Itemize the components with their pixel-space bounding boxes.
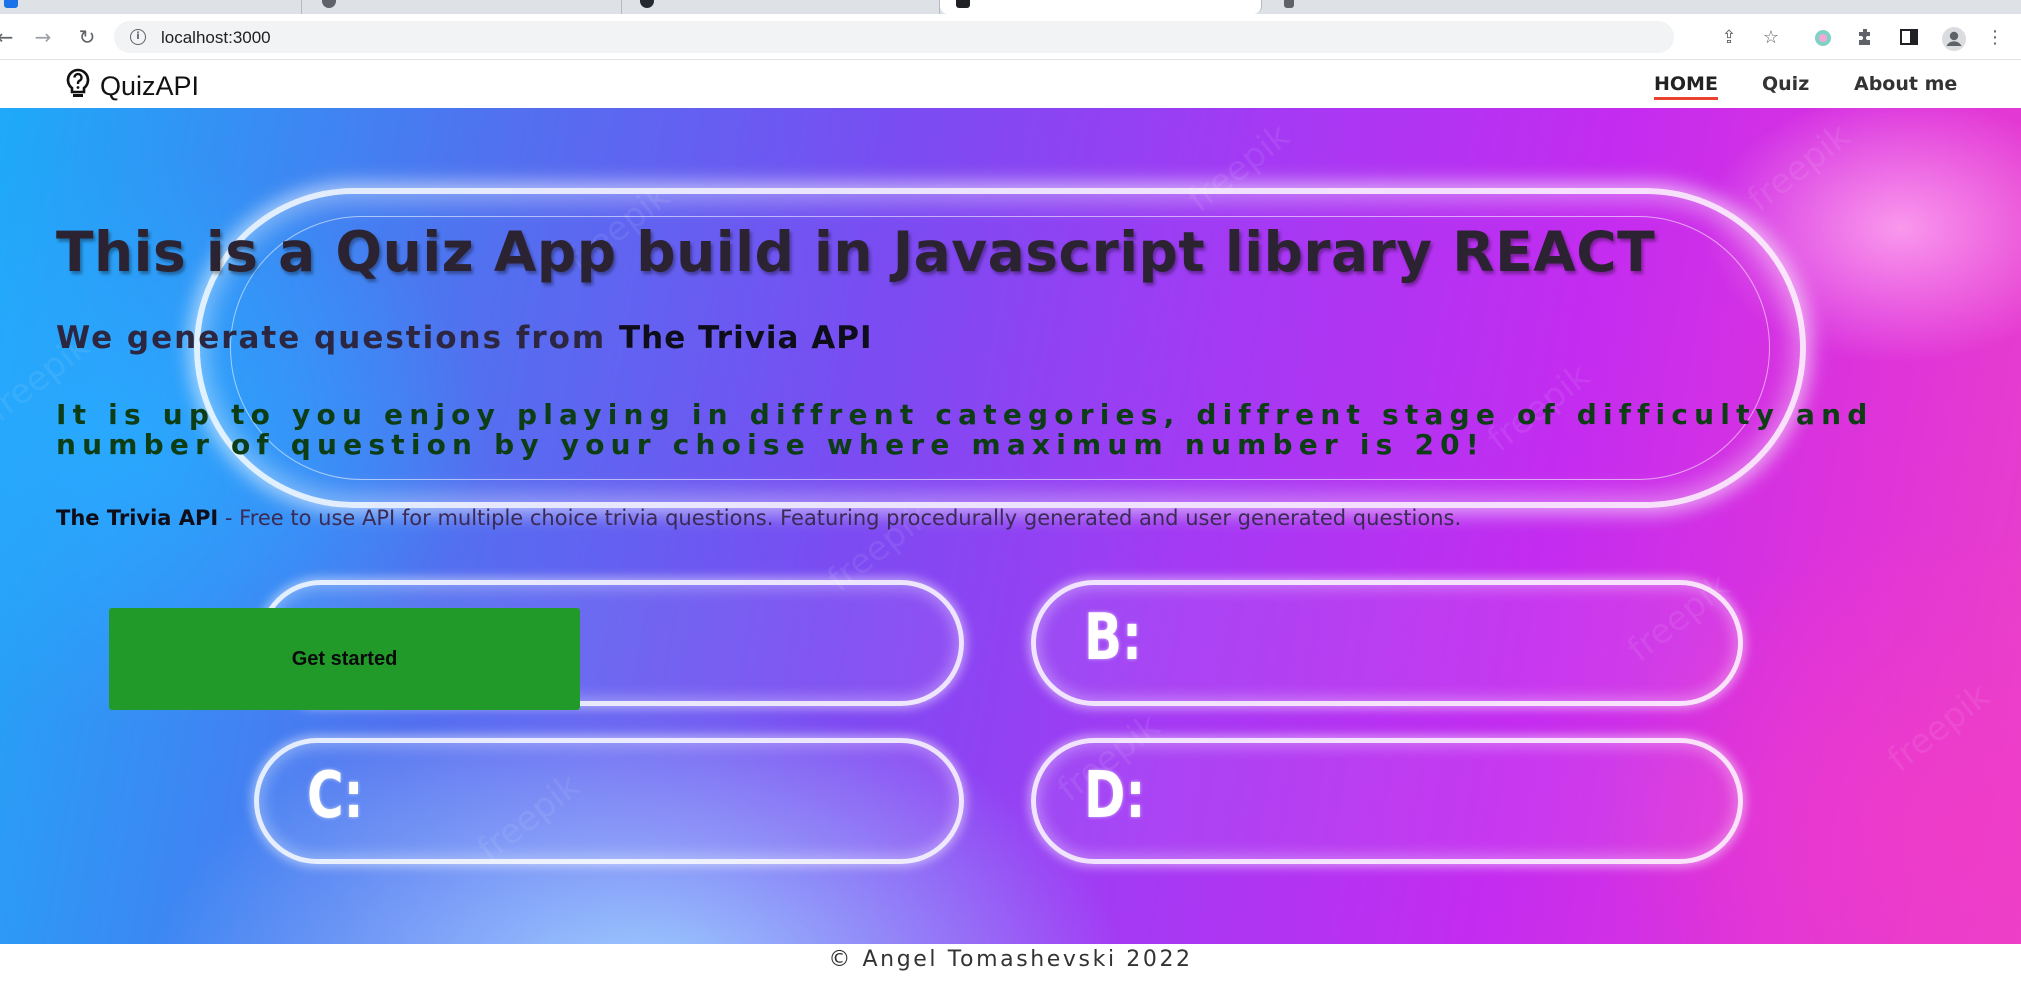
extensions-puzzle-icon[interactable] xyxy=(1855,27,1877,49)
app-navbar: QuizAPI HOME Quiz About me xyxy=(0,60,2021,108)
footer: © Angel Tomashevski 2022 xyxy=(0,944,2021,981)
hero-description: It is up to you enjoy playing in diffren… xyxy=(56,398,1874,461)
answer-b-label: B: xyxy=(1084,601,1143,675)
api-info-text: - Free to use API for multiple choice tr… xyxy=(218,506,1462,530)
lightbulb-question-icon xyxy=(66,68,90,97)
tab-favicon-icon xyxy=(1284,0,1294,8)
address-bar-url[interactable]: localhost:3000 xyxy=(161,28,271,48)
browser-tab[interactable] xyxy=(622,0,940,14)
browser-tab[interactable] xyxy=(1262,0,1682,14)
profile-avatar-icon[interactable] xyxy=(1942,27,1966,51)
forward-icon[interactable]: → xyxy=(30,24,56,50)
watermark: freepik xyxy=(1740,115,1858,221)
browser-tab[interactable] xyxy=(302,0,622,14)
back-icon[interactable]: ← xyxy=(0,24,18,50)
hero-subtitle-source: The Trivia API xyxy=(619,320,873,356)
get-started-button[interactable]: Get started xyxy=(109,608,580,710)
extension-icon[interactable] xyxy=(1812,27,1834,49)
nav-link-quiz[interactable]: Quiz xyxy=(1762,73,1809,95)
browser-tab-active[interactable] xyxy=(940,0,1262,14)
tab-favicon-icon xyxy=(956,0,970,8)
tab-favicon-icon xyxy=(322,0,336,8)
nav-link-about-me[interactable]: About me xyxy=(1854,73,1957,95)
browser-toolbar: ← → ↻ i localhost:3000 ⇪ ☆ ⋮ xyxy=(0,14,2021,60)
hero-title: This is a Quiz App build in Javascript l… xyxy=(56,220,1656,284)
answer-c-graphic: C: xyxy=(254,738,964,864)
site-info-icon[interactable]: i xyxy=(130,29,146,45)
answer-b-graphic: B: xyxy=(1031,580,1743,706)
brand-name[interactable]: QuizAPI xyxy=(100,71,199,102)
tab-favicon-icon xyxy=(4,0,18,8)
bookmark-star-icon[interactable]: ☆ xyxy=(1760,27,1782,49)
answer-d-graphic: D: xyxy=(1031,738,1743,864)
footer-copyright: © Angel Tomashevski 2022 xyxy=(828,947,1193,972)
side-panel-icon[interactable] xyxy=(1898,27,1920,49)
hero-subtitle: We generate questions from The Trivia AP… xyxy=(56,320,873,356)
hero-section: freepik freepik freepik freepik freepik … xyxy=(0,108,2021,944)
api-info: The Trivia API - Free to use API for mul… xyxy=(56,506,1461,530)
share-icon[interactable]: ⇪ xyxy=(1718,27,1740,49)
watermark: freepik xyxy=(1880,675,1998,781)
answer-c-label: C: xyxy=(307,759,364,833)
answer-d-label: D: xyxy=(1084,759,1146,833)
hero-subtitle-prefix: We generate questions from xyxy=(56,320,607,356)
api-info-name: The Trivia API xyxy=(56,506,219,530)
github-icon xyxy=(640,0,654,8)
browser-menu-icon[interactable]: ⋮ xyxy=(1984,27,2006,49)
browser-tab[interactable] xyxy=(0,0,302,14)
browser-tab-strip xyxy=(0,0,2021,14)
nav-link-home[interactable]: HOME xyxy=(1654,73,1718,100)
reload-icon[interactable]: ↻ xyxy=(74,24,100,50)
address-bar[interactable]: i localhost:3000 xyxy=(114,21,1674,53)
